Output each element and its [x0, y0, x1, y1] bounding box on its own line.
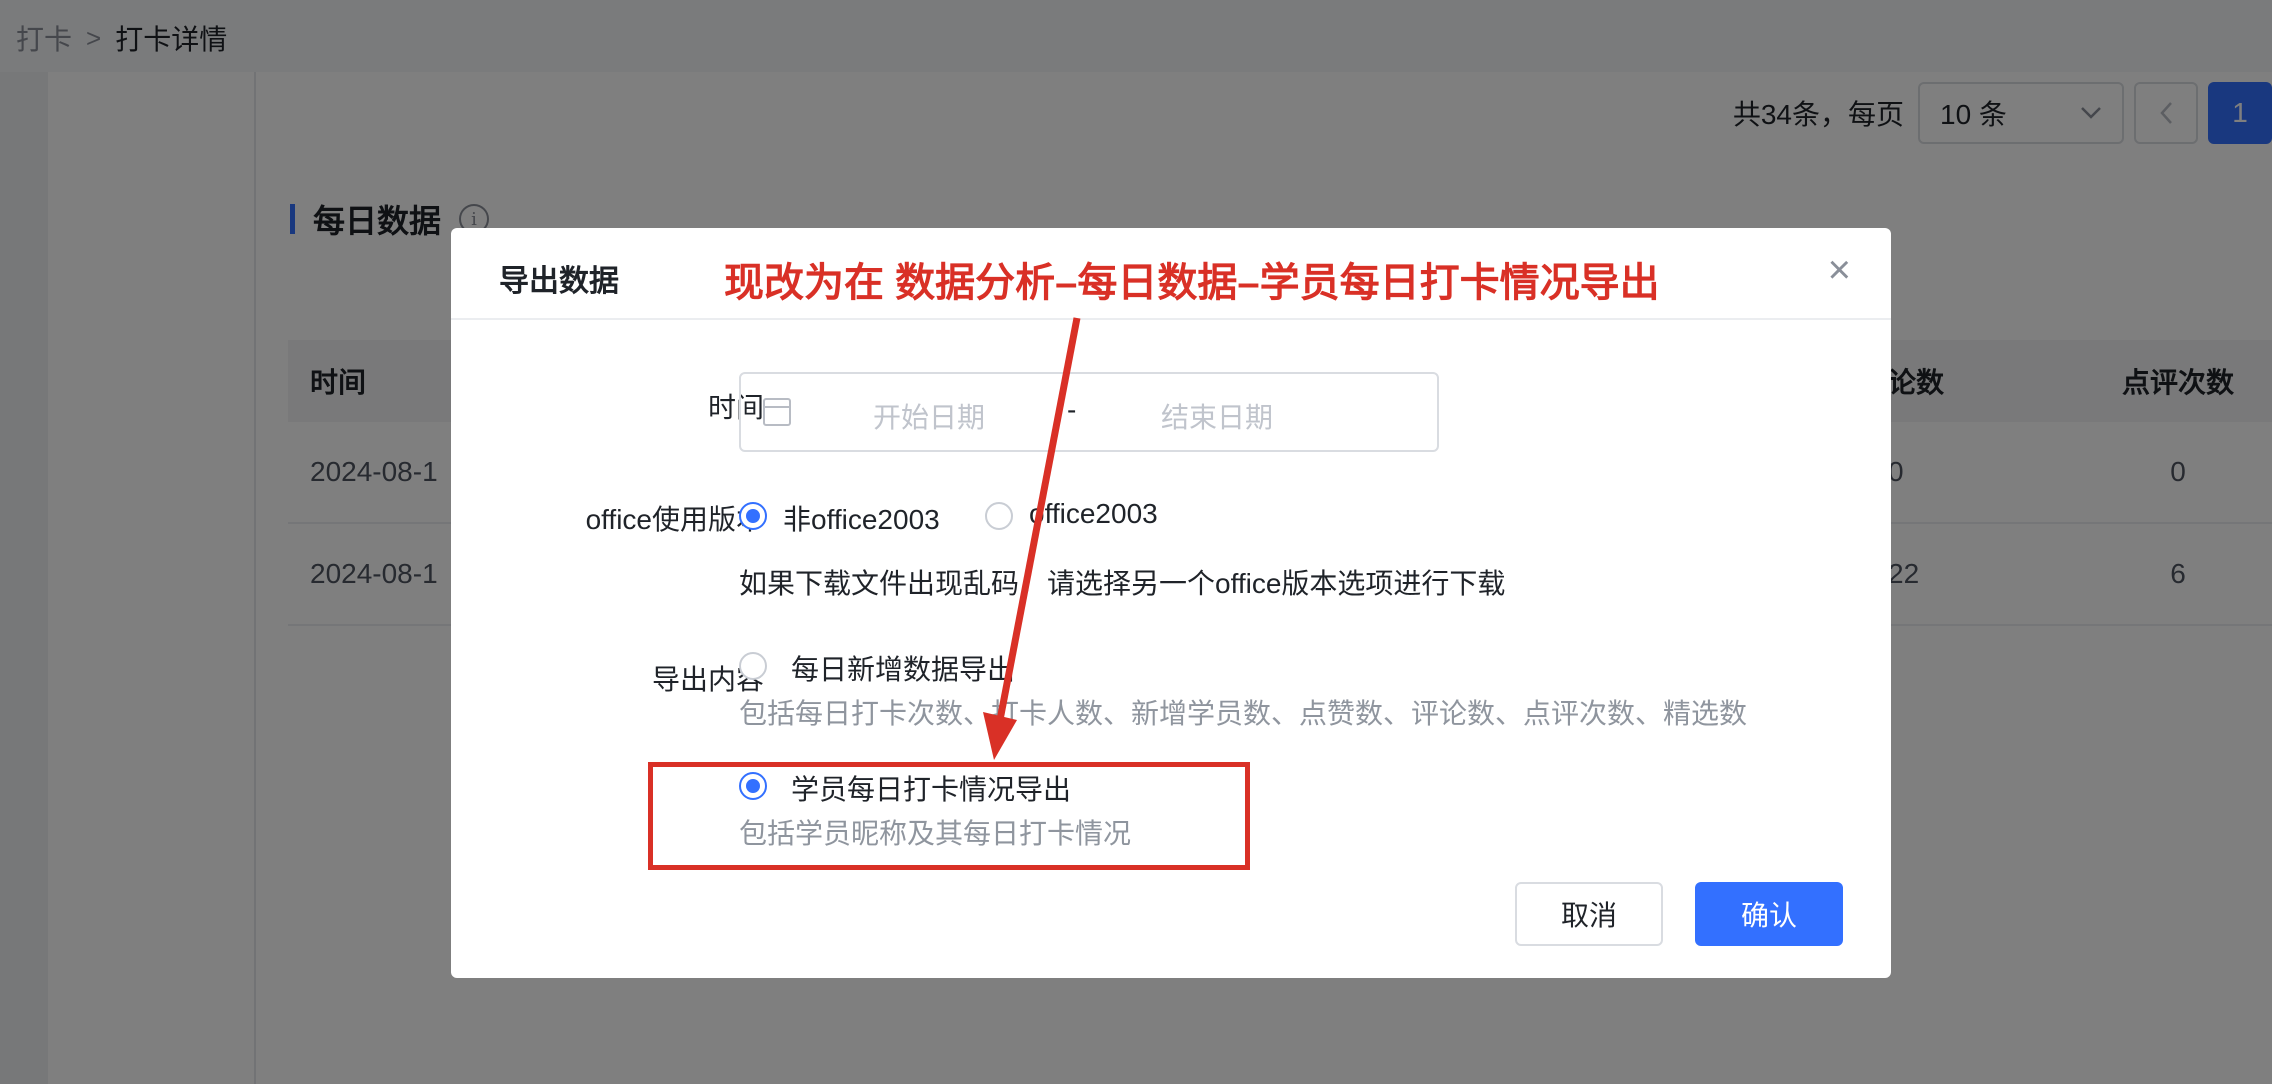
office-hint: 如果下载文件出现乱码，请选择另一个office版本选项进行下载	[739, 568, 1506, 599]
option-non-office2003[interactable]: 非office2003	[783, 498, 940, 538]
calendar-icon	[763, 398, 791, 426]
confirm-button[interactable]: 确认	[1695, 882, 1843, 946]
time-label: 时间	[707, 392, 764, 423]
end-date-input[interactable]: 结束日期	[1161, 396, 1273, 436]
radio-non-office2003[interactable]	[739, 502, 767, 530]
option-office2003[interactable]: office2003	[1029, 498, 1158, 530]
start-date-input[interactable]: 开始日期	[873, 396, 985, 436]
date-range-picker[interactable]: 开始日期 - 结束日期	[739, 372, 1439, 452]
dialog-title: 导出数据	[499, 265, 619, 298]
close-icon[interactable]: ×	[1828, 250, 1851, 290]
export-content-label: 导出内容	[651, 664, 764, 695]
office-version-label: office使用版本	[585, 504, 764, 535]
annotation-note: 现改为在 数据分析–每日数据–学员每日打卡情况导出	[724, 261, 1660, 305]
date-range-separator: -	[1067, 394, 1077, 425]
radio-daily-new-data[interactable]	[739, 652, 767, 680]
cancel-button[interactable]: 取消	[1515, 882, 1663, 946]
option-daily-new-data[interactable]: 每日新增数据导出	[791, 648, 1015, 688]
annotation-highlight-box	[648, 762, 1250, 870]
daily-new-data-desc: 包括每日打卡次数、打卡人数、新增学员数、点赞数、评论数、点评次数、精选数	[739, 698, 1748, 729]
radio-office2003[interactable]	[985, 502, 1013, 530]
